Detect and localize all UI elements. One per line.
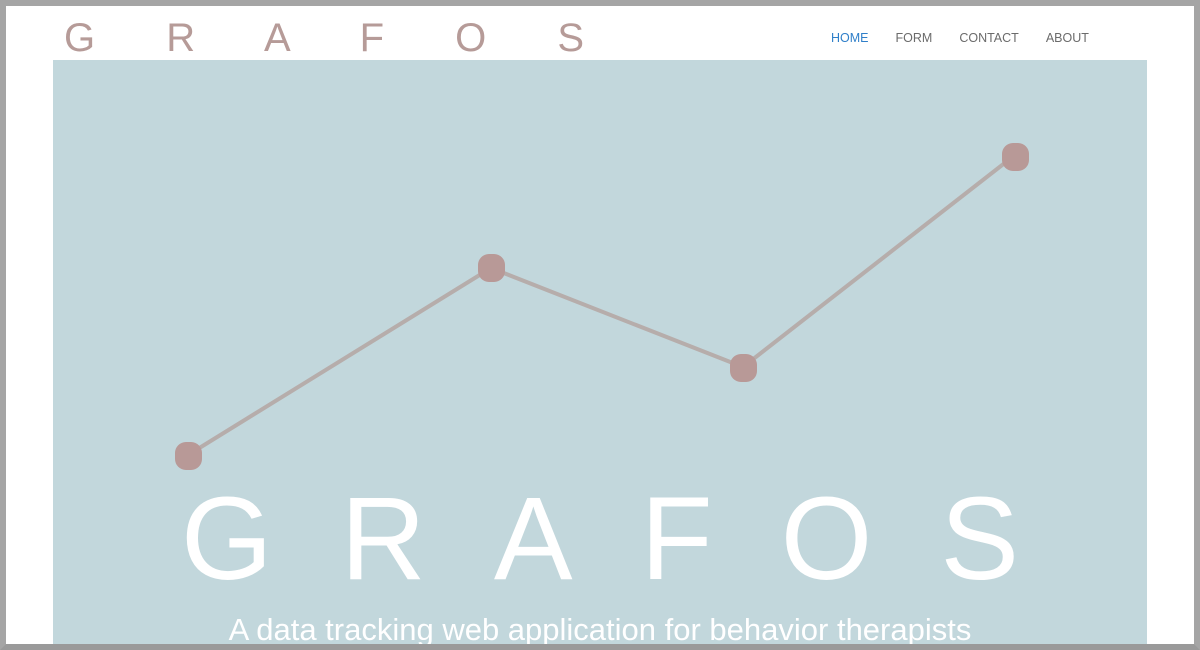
nav-form-link[interactable]: FORM	[896, 31, 933, 45]
nav-home-link[interactable]: HOME	[831, 31, 869, 45]
graphic-line	[186, 153, 1017, 457]
graphic-point-1	[175, 442, 202, 470]
graphic-point-3	[730, 354, 757, 382]
graphic-point-4	[1002, 143, 1029, 171]
graphic-point-2	[478, 254, 505, 282]
hero-banner: GRAFOS A data tracking web application f…	[53, 60, 1147, 647]
nav-contact-link[interactable]: CONTACT	[959, 31, 1019, 45]
main-nav: HOME FORM CONTACT ABOUT	[831, 26, 1116, 50]
hero-title: GRAFOS	[180, 473, 1088, 605]
browser-frame: G R A F O S HOME FORM CONTACT ABOUT GRAF…	[0, 0, 1200, 650]
hero-subtitle: A data tracking web application for beha…	[228, 612, 972, 647]
nav-about-link[interactable]: ABOUT	[1046, 31, 1089, 45]
site-logo[interactable]: G R A F O S	[64, 14, 614, 62]
